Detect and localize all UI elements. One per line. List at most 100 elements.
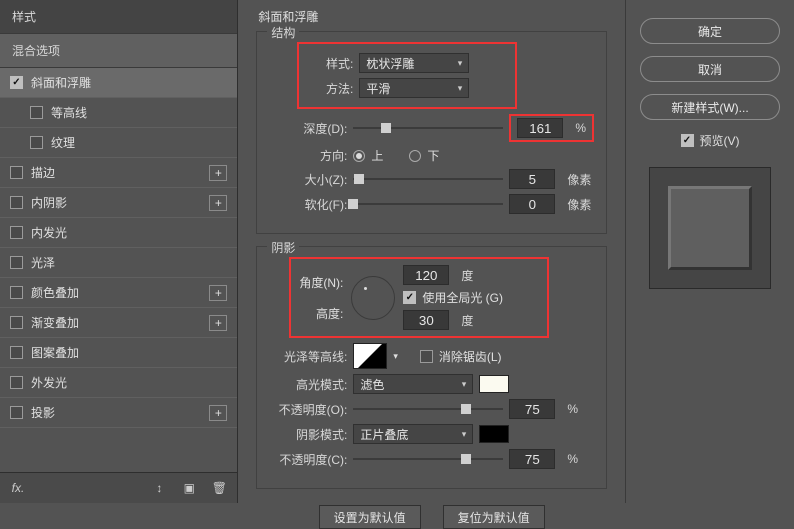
sidebar-checkbox[interactable] [10,316,23,329]
style-value: 枕状浮雕 [366,55,414,72]
antialias-checkbox[interactable] [420,350,433,363]
sidebar-item-label: 内阴影 [31,194,67,211]
highlight-opacity-label: 不透明度(O): [269,401,347,418]
trash-icon[interactable]: 🗑 [209,479,229,497]
shadow-color-swatch[interactable] [479,425,509,443]
sidebar-item-label: 描边 [31,164,55,181]
soften-label: 软化(F): [269,196,347,213]
highlight-opacity-slider[interactable] [353,402,503,416]
chevron-down-icon[interactable]: ▾ [393,351,398,362]
sidebar-item-3[interactable]: 描边 + [0,158,237,188]
sidebar-header-blend[interactable]: 混合选项 [0,34,237,68]
style-label: 样式: [307,55,353,72]
sidebar-item-4[interactable]: 内阴影 + [0,188,237,218]
sidebar-checkbox[interactable] [10,406,23,419]
sidebar-checkbox[interactable] [30,106,43,119]
size-input[interactable] [509,169,555,189]
method-value: 平滑 [366,80,390,97]
angle-dial[interactable] [351,276,395,320]
global-light-checkbox[interactable] [403,291,416,304]
gloss-contour-picker[interactable] [353,343,387,369]
direction-down-label: 下 [427,147,439,164]
sidebar-item-label: 投影 [31,404,55,421]
sidebar-item-11[interactable]: 投影 + [0,398,237,428]
sidebar-item-7[interactable]: 颜色叠加+ [0,278,237,308]
soften-unit: 像素 [567,196,591,213]
sidebar-checkbox[interactable] [10,226,23,239]
method-dropdown[interactable]: 平滑 ▾ [359,78,469,98]
sidebar-checkbox[interactable] [10,376,23,389]
highlight-color-swatch[interactable] [479,375,509,393]
size-slider[interactable] [353,172,503,186]
highlight-mode-label: 高光模式: [269,376,347,393]
cancel-button[interactable]: 取消 [640,56,780,82]
sidebar-item-label: 内发光 [31,224,67,241]
direction-label: 方向: [269,147,347,164]
center-panel: 斜面和浮雕 结构 样式: 枕状浮雕▾ 方法: 平滑▾ 深 [238,0,625,503]
sidebar-footer: fx. ↕ ▣ 🗑 [0,472,237,503]
new-style-button[interactable]: 新建样式(W)... [640,94,780,120]
make-default-button[interactable]: 设置为默认值 [319,505,421,529]
soften-slider[interactable] [353,197,503,211]
antialias-label: 消除锯齿(L) [439,348,502,365]
new-icon[interactable]: ▣ [179,479,199,497]
sidebar-header-styles[interactable]: 样式 [0,0,237,34]
sidebar-checkbox[interactable] [10,166,23,179]
sidebar-item-10[interactable]: 外发光 [0,368,237,398]
chevron-down-icon: ▾ [458,58,463,69]
highlight-mode-dropdown[interactable]: 滤色▾ [353,374,473,394]
altitude-input[interactable] [403,310,449,330]
highlight-opacity-input[interactable] [509,399,555,419]
chevron-down-icon: ▾ [462,429,467,440]
plus-icon[interactable]: + [209,405,227,421]
sidebar-item-5[interactable]: 内发光 [0,218,237,248]
global-light-label: 使用全局光 (G) [422,289,503,306]
sidebar-item-label: 斜面和浮雕 [31,74,91,91]
depth-unit: % [575,121,586,135]
sidebar-checkbox[interactable] [10,256,23,269]
chevron-down-icon: ▾ [458,83,463,94]
plus-icon[interactable]: + [209,315,227,331]
shadow-opacity-slider[interactable] [353,452,503,466]
soften-input[interactable] [509,194,555,214]
direction-up-radio[interactable] [353,150,365,162]
style-dropdown[interactable]: 枕状浮雕 ▾ [359,53,469,73]
sidebar-checkbox[interactable] [10,346,23,359]
angle-input[interactable] [403,265,449,285]
fx-label[interactable]: fx. [8,479,28,497]
size-unit: 像素 [567,171,591,188]
group-structure: 结构 样式: 枕状浮雕▾ 方法: 平滑▾ 深度(D): [256,31,607,234]
sidebar-item-label: 图案叠加 [31,344,79,361]
ok-button[interactable]: 确定 [640,18,780,44]
reset-default-button[interactable]: 复位为默认值 [443,505,545,529]
plus-icon[interactable]: + [209,165,227,181]
arrow-up-down-icon[interactable]: ↕ [149,479,169,497]
depth-input[interactable] [517,118,563,138]
sidebar-item-8[interactable]: 渐变叠加 + [0,308,237,338]
sidebar-checkbox[interactable] [10,286,23,299]
sidebar-checkbox[interactable] [10,196,23,209]
depth-slider[interactable] [353,121,503,135]
sidebar-item-1[interactable]: 等高线 [0,98,237,128]
preview-checkbox[interactable] [681,134,694,147]
plus-icon[interactable]: + [209,195,227,211]
preview-box [649,167,771,289]
shadow-mode-dropdown[interactable]: 正片叠底▾ [353,424,473,444]
shadow-opacity-input[interactable] [509,449,555,469]
sidebar-item-label: 渐变叠加 [31,314,79,331]
direction-down-radio[interactable] [409,150,421,162]
chevron-down-icon: ▾ [462,379,467,390]
sidebar-item-0[interactable]: 斜面和浮雕 [0,68,237,98]
preview-label: 预览(V) [700,132,740,149]
sidebar-checkbox[interactable] [30,136,43,149]
sidebar-item-9[interactable]: 图案叠加 [0,338,237,368]
sidebar-checkbox[interactable] [10,76,23,89]
plus-icon[interactable]: + [209,285,227,301]
highlight-opacity-unit: % [567,402,578,416]
preview-inner [668,186,752,270]
sidebar-item-6[interactable]: 光泽 [0,248,237,278]
size-label: 大小(Z): [269,171,347,188]
sidebar-item-2[interactable]: 纹理 [0,128,237,158]
panel-title: 斜面和浮雕 [258,8,607,25]
altitude-unit: 度 [461,312,473,329]
